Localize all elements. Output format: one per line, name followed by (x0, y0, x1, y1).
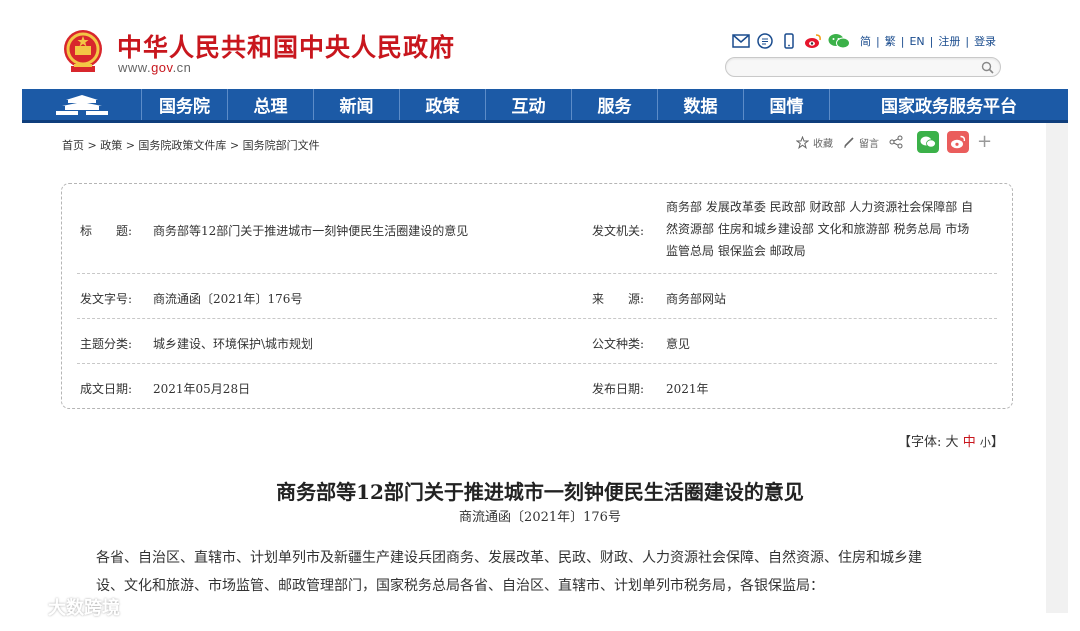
separator: | (965, 34, 970, 48)
info-row-topic: 主题分类: 城乡建设、环境保护\城市规划 公文种类: 意见 (77, 319, 997, 364)
article-body-line-2: 设、文化和旅游、市场监管、邮政管理部门，国家税务总局各省、自治区、直辖市、计划单… (96, 578, 824, 594)
published-date-value: 2021年 (666, 382, 709, 396)
font-ctrl-prefix: 【字体: (898, 435, 942, 450)
site-url-prefix: www. (118, 60, 152, 75)
pencil-icon (844, 137, 854, 148)
created-date-label: 成文日期: (80, 382, 133, 396)
created-date-value: 2021年05月28日 (153, 382, 251, 396)
title-value: 商务部等12部门关于推进城市一刻钟便民生活圈建设的意见 (153, 224, 469, 238)
site-url-mid: gov (151, 60, 173, 75)
font-ctrl-suffix: 】 (990, 435, 1004, 450)
nav-item-gov-service-platform[interactable]: 国家政务服务平台 (829, 89, 1068, 120)
collect-label: 收藏 (813, 138, 833, 150)
share-bar: 收藏 留言 + (796, 131, 992, 153)
main-nav: 国务院 总理 新闻 政策 互动 服务 数据 国情 国家政务服务平台 (22, 89, 1068, 123)
weibo-icon (951, 135, 966, 149)
wechat-share-button[interactable] (917, 131, 939, 153)
topic-label: 主题分类: (80, 337, 133, 351)
nav-item-services[interactable]: 服务 (571, 89, 657, 120)
separator: | (900, 34, 905, 48)
breadcrumb[interactable]: 首页 > 政策 > 国务院政策文件库 > 国务院部门文件 (62, 137, 320, 153)
wechat-icon[interactable] (828, 33, 850, 49)
comment-label: 留言 (859, 138, 879, 150)
article-body-line-1: 各省、自治区、直辖市、计划单列市及新疆生产建设兵团商务、发展改革、民政、财政、人… (96, 550, 922, 566)
nav-item-interaction[interactable]: 互动 (485, 89, 571, 120)
topic-value: 城乡建设、环境保护\城市规划 (153, 337, 314, 351)
nav-item-state-council[interactable]: 国务院 (141, 89, 227, 120)
article-body: 各省、自治区、直辖市、计划单列市及新疆生产建设兵团商务、发展改革、民政、财政、人… (96, 544, 996, 600)
site-header: 中华人民共和国中央人民政府 www.gov.cn 简 | 繁 | EN | 注册 | 登… (0, 0, 1080, 89)
nav-item-news[interactable]: 新闻 (313, 89, 399, 120)
watermark-text: 大数跨境 (48, 598, 120, 619)
search-input[interactable] (725, 57, 1001, 77)
lang-english-link[interactable]: EN (909, 35, 924, 48)
lang-simplified-link[interactable]: 简 (860, 33, 871, 49)
doc-no-value: 商流通函〔2021年〕176号 (153, 292, 303, 306)
doc-no-label: 发文字号: (80, 292, 133, 306)
type-label: 公文种类: (592, 337, 645, 351)
lang-traditional-link[interactable]: 繁 (885, 33, 896, 49)
mobile-icon[interactable] (780, 33, 798, 49)
article-doc-number: 商流通函〔2021年〕176号 (459, 510, 621, 525)
site-url[interactable]: www.gov.cn (118, 60, 191, 75)
language-links: 简 | 繁 | EN | 注册 | 登录 (860, 33, 996, 49)
info-row-title: 标 题: 商务部等12部门关于推进城市一刻钟便民生活圈建设的意见 发文机关: 商… (77, 184, 997, 274)
issuer-line-2: 然资源部 住房和城乡建设部 文化和旅游部 税务总局 市场 (666, 222, 970, 236)
share-button[interactable] (889, 135, 907, 149)
comment-button[interactable]: 留言 (843, 135, 879, 150)
watermark: 大数跨境 (8, 594, 120, 620)
separator: | (929, 34, 934, 48)
register-link[interactable]: 注册 (938, 33, 960, 49)
issuer-line-1: 商务部 发展改革委 民政部 财政部 人力资源社会保障部 自 (666, 200, 974, 214)
font-size-large-button[interactable]: 大 (946, 435, 959, 450)
separator: | (876, 34, 880, 48)
login-link[interactable]: 登录 (974, 33, 996, 49)
info-row-dates: 成文日期: 2021年05月28日 发布日期: 2021年 (77, 364, 997, 409)
top-tools: 简 | 繁 | EN | 注册 | 登录 (732, 32, 996, 50)
nav-item-policy[interactable]: 政策 (399, 89, 485, 120)
font-size-small-button[interactable]: 小 (980, 436, 991, 449)
type-value: 意见 (666, 337, 691, 351)
nav-item-data[interactable]: 数据 (657, 89, 743, 120)
issuer-label: 发文机关: (592, 224, 645, 238)
source-value: 商务部网站 (666, 292, 727, 306)
search-icon[interactable] (981, 61, 994, 74)
issuer-line-3: 监管总局 银保监会 邮政局 (666, 244, 806, 258)
font-size-control: 【字体: 大 中 小】 (898, 431, 1004, 450)
share-icon (889, 135, 903, 149)
nav-item-national-info[interactable]: 国情 (743, 89, 829, 120)
scrollbar[interactable] (1046, 123, 1068, 613)
source-label: 来 源: (592, 292, 645, 306)
site-url-suffix: .cn (172, 60, 192, 75)
star-icon (796, 135, 809, 149)
info-row-doc-no: 发文字号: 商流通函〔2021年〕176号 来 源: 商务部网站 (77, 274, 997, 319)
nav-item-premier[interactable]: 总理 (227, 89, 313, 120)
document-info-box: 标 题: 商务部等12部门关于推进城市一刻钟便民生活圈建设的意见 发文机关: 商… (61, 183, 1013, 409)
wechat-icon (920, 136, 936, 148)
watermark-logo-icon (9, 598, 47, 616)
weibo-share-button[interactable] (947, 131, 969, 153)
site-title[interactable]: 中华人民共和国中央人民政府 (117, 28, 455, 64)
more-share-button[interactable]: + (977, 133, 992, 151)
issuer-value: 商务部 发展改革委 民政部 财政部 人力资源社会保障部 自 然资源部 住房和城乡… (666, 196, 1001, 262)
mail-icon[interactable] (732, 33, 750, 49)
article-title: 商务部等12部门关于推进城市一刻钟便民生活圈建设的意见 (276, 480, 804, 504)
published-date-label: 发布日期: (592, 382, 645, 396)
tiananmen-logo-icon[interactable] (22, 89, 141, 120)
weibo-icon[interactable] (804, 33, 822, 49)
national-emblem-icon (64, 30, 102, 72)
font-size-medium-button[interactable]: 中 (963, 435, 976, 450)
collect-button[interactable]: 收藏 (796, 135, 833, 150)
title-label: 标 题: (80, 224, 133, 238)
message-icon[interactable] (756, 33, 774, 49)
